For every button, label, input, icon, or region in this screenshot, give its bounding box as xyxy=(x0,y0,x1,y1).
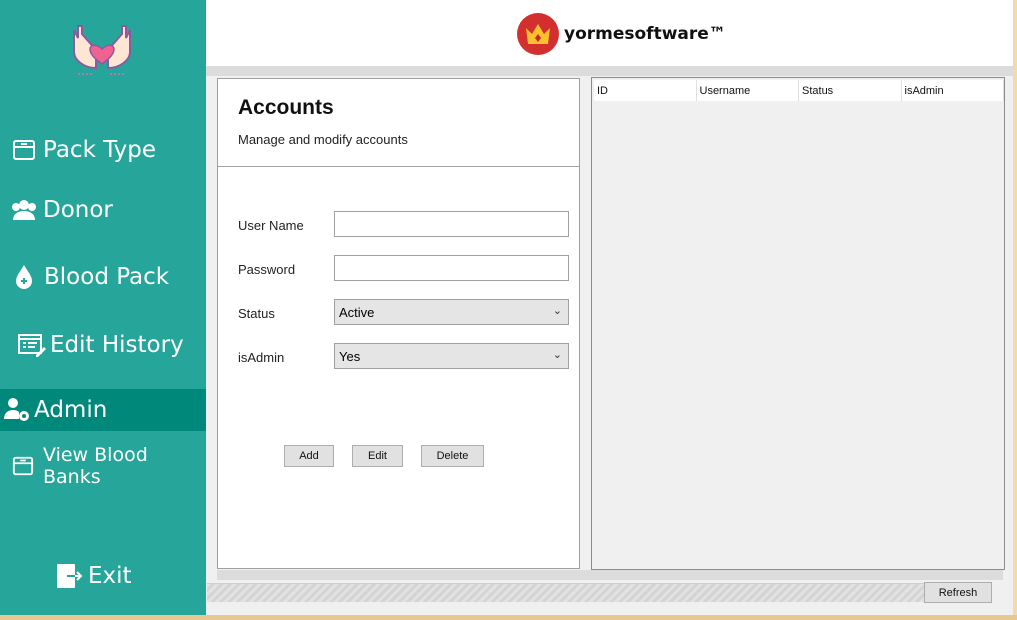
isadmin-value: Yes xyxy=(339,349,361,364)
status-value: Active xyxy=(339,305,375,320)
status-select[interactable]: Active ⌄ xyxy=(334,299,569,325)
sidebar-item-donor[interactable]: Donor xyxy=(0,193,206,227)
table-header: ID Username Status isAdmin xyxy=(594,80,1004,101)
sidebar-item-edit-history[interactable]: Edit History xyxy=(0,328,206,362)
sidebar-item-label: Donor xyxy=(43,197,113,223)
blood-drop-icon xyxy=(16,265,32,289)
column-header-id[interactable]: ID xyxy=(594,80,697,101)
exit-icon xyxy=(57,564,83,588)
sidebar-item-pack-type[interactable]: Pack Type xyxy=(0,133,206,167)
accounts-form-panel: Accounts Manage and modify accounts User… xyxy=(217,78,580,569)
horizontal-scrollbar[interactable] xyxy=(217,570,1003,580)
password-input[interactable] xyxy=(334,255,569,281)
window-border xyxy=(1013,0,1017,620)
status-label: Status xyxy=(238,306,275,321)
chevron-down-icon: ⌄ xyxy=(552,305,562,317)
window-border-bottom xyxy=(0,615,1017,620)
toolbar-strip xyxy=(206,66,1013,76)
sidebar-item-label: View Blood Banks xyxy=(43,444,148,488)
sidebar-item-label: Pack Type xyxy=(43,137,157,163)
brand: yormesoftware™ xyxy=(516,12,726,56)
status-strip xyxy=(207,583,924,602)
divider xyxy=(218,166,579,167)
page-title: Accounts xyxy=(238,96,334,119)
delete-button[interactable]: Delete xyxy=(421,445,484,467)
add-button[interactable]: Add xyxy=(284,445,334,467)
isadmin-select[interactable]: Yes ⌄ xyxy=(334,343,569,369)
sidebar-item-label: Blood Pack xyxy=(44,264,170,290)
accounts-table[interactable]: ID Username Status isAdmin xyxy=(591,77,1005,570)
users-icon xyxy=(12,200,36,220)
page-subtitle: Manage and modify accounts xyxy=(238,132,408,147)
box-icon xyxy=(13,140,35,160)
column-header-isadmin[interactable]: isAdmin xyxy=(902,80,1004,101)
hands-heart-logo xyxy=(73,25,131,75)
column-header-status[interactable]: Status xyxy=(799,80,902,101)
crown-logo xyxy=(517,13,559,55)
column-header-username[interactable]: Username xyxy=(697,80,799,101)
sidebar-item-admin[interactable]: Admin xyxy=(0,389,206,431)
brand-name: yormesoftware™ xyxy=(564,24,726,44)
edit-list-icon xyxy=(18,334,46,357)
username-label: User Name xyxy=(238,218,304,233)
edit-button[interactable]: Edit xyxy=(352,445,403,467)
exit-label: Exit xyxy=(88,563,132,589)
chevron-down-icon: ⌄ xyxy=(552,349,562,361)
header: yormesoftware™ xyxy=(206,0,1013,66)
user-gear-icon xyxy=(4,398,29,421)
isadmin-label: isAdmin xyxy=(238,350,285,365)
password-label: Password xyxy=(238,262,296,277)
box-icon xyxy=(12,456,34,476)
sidebar: Pack Type Donor Blood Pack Edit History … xyxy=(0,0,206,615)
exit-button[interactable]: Exit xyxy=(0,560,206,592)
sidebar-item-view-blood-banks[interactable]: View Blood Banks xyxy=(0,444,206,488)
sidebar-item-label: Admin xyxy=(34,397,108,423)
sidebar-item-label: Edit History xyxy=(50,332,184,358)
refresh-button[interactable]: Refresh xyxy=(924,582,992,603)
username-input[interactable] xyxy=(334,211,569,237)
sidebar-item-blood-pack[interactable]: Blood Pack xyxy=(0,260,206,294)
